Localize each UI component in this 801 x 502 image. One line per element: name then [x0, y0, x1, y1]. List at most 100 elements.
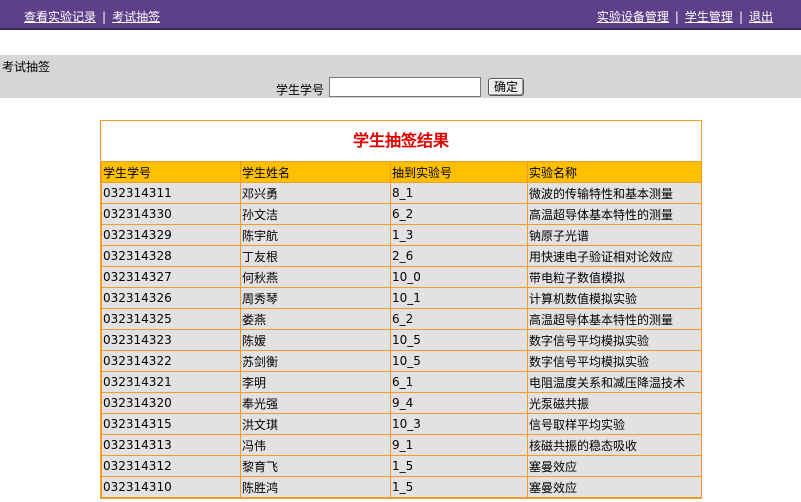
confirm-button[interactable]: 确定 — [488, 78, 524, 96]
cell-experiment-name: 微波的传输特性和基本测量 — [527, 182, 702, 204]
cell-student-name: 奉光强 — [240, 392, 391, 414]
nav-link-exam-draw[interactable]: 考试抽签 — [112, 10, 160, 24]
cell-student-name: 周秀琴 — [240, 287, 391, 309]
cell-student-id: 032314313 — [101, 434, 241, 456]
exam-draw-search-panel: 考试抽签 学生学号 确定 — [0, 55, 801, 98]
cell-experiment-name: 光泵磁共振 — [527, 392, 702, 414]
cell-experiment-name: 塞曼效应 — [527, 476, 702, 498]
table-row: 032314310 陈胜鸿 1_5 塞曼效应 — [101, 476, 702, 498]
nav-separator: | — [674, 10, 679, 24]
cell-student-name: 娄燕 — [240, 308, 391, 330]
cell-experiment-no: 10_5 — [390, 350, 528, 372]
cell-student-id: 032314321 — [101, 371, 241, 393]
nav-separator: | — [102, 10, 107, 24]
table-row: 032314311 邓兴勇 8_1 微波的传输特性和基本测量 — [101, 182, 702, 204]
table-row: 032314313 冯伟 9_1 核磁共振的稳态吸收 — [101, 434, 702, 456]
cell-experiment-name: 高温超导体基本特性的测量 — [527, 308, 702, 330]
results-title: 学生抽签结果 — [352, 131, 449, 150]
cell-student-id: 032314328 — [101, 245, 241, 267]
cell-experiment-name: 计算机数值模拟实验 — [527, 287, 702, 309]
cell-experiment-no: 10_1 — [390, 287, 528, 309]
cell-student-id: 032314325 — [101, 308, 241, 330]
student-id-label: 学生学号 — [276, 83, 325, 97]
cell-experiment-no: 10_3 — [390, 413, 528, 435]
table-row: 032314322 苏剑衡 10_5 数字信号平均模拟实验 — [101, 350, 702, 372]
cell-student-name: 冯伟 — [240, 434, 391, 456]
nav-separator: | — [738, 10, 743, 24]
cell-experiment-no: 9_1 — [390, 434, 528, 456]
cell-student-id: 032314326 — [101, 287, 241, 309]
cell-student-name: 李明 — [240, 371, 391, 393]
cell-student-name: 丁友根 — [240, 245, 391, 267]
nav-link-equipment-management[interactable]: 实验设备管理 — [597, 10, 669, 24]
cell-experiment-name: 用快速电子验证相对论效应 — [527, 245, 702, 267]
cell-student-name: 陈嫒 — [240, 329, 391, 351]
cell-experiment-name: 高温超导体基本特性的测量 — [527, 203, 702, 225]
cell-student-id: 032314329 — [101, 224, 241, 246]
section-title: 考试抽签 — [2, 60, 51, 74]
results-table: 学生学号 学生姓名 抽到实验号 实验名称 032314311 邓兴勇 8_1 微波的传… — [101, 161, 702, 498]
cell-experiment-no: 6_2 — [390, 203, 528, 225]
nav-left: 查看实验记录 | 考试抽签 — [24, 8, 160, 25]
cell-student-name: 何秋燕 — [240, 266, 391, 288]
cell-student-id: 032314310 — [101, 476, 241, 498]
cell-student-id: 032314320 — [101, 392, 241, 414]
cell-experiment-no: 8_1 — [390, 182, 528, 204]
cell-experiment-name: 数字信号平均模拟实验 — [527, 329, 702, 351]
cell-student-id: 032314327 — [101, 266, 241, 288]
table-row: 032314326 周秀琴 10_1 计算机数值模拟实验 — [101, 287, 702, 309]
cell-experiment-no: 1_5 — [390, 455, 528, 477]
table-row: 032314321 李明 6_1 电阻温度关系和减压降温技术 — [101, 371, 702, 393]
cell-student-id: 032314322 — [101, 350, 241, 372]
top-nav-bar: 查看实验记录 | 考试抽签 实验设备管理 | 学生管理 | 退出 — [0, 0, 801, 30]
table-row: 032314312 黎育飞 1_5 塞曼效应 — [101, 455, 702, 477]
results-table-body: 032314311 邓兴勇 8_1 微波的传输特性和基本测量 032314330 孙文洁 6… — [101, 182, 702, 498]
cell-student-name: 孙文洁 — [240, 203, 391, 225]
cell-student-name: 苏剑衡 — [240, 350, 391, 372]
cell-student-name: 黎育飞 — [240, 455, 391, 477]
cell-experiment-name: 塞曼效应 — [527, 455, 702, 477]
cell-experiment-no: 6_1 — [390, 371, 528, 393]
table-row: 032314330 孙文洁 6_2 高温超导体基本特性的测量 — [101, 203, 702, 225]
student-id-input[interactable] — [329, 77, 481, 97]
cell-experiment-no: 9_4 — [390, 392, 528, 414]
column-header-student-name: 学生姓名 — [240, 161, 391, 183]
cell-experiment-no: 10_5 — [390, 329, 528, 351]
nav-link-student-management[interactable]: 学生管理 — [685, 10, 733, 24]
nav-link-view-records[interactable]: 查看实验记录 — [24, 10, 96, 24]
draw-results-panel: 学生抽签结果 学生学号 学生姓名 抽到实验号 实验名称 032314311 邓兴勇… — [100, 120, 702, 499]
table-row: 032314315 洪文琪 10_3 信号取样平均实验 — [101, 413, 702, 435]
cell-student-id: 032314323 — [101, 329, 241, 351]
cell-experiment-no: 10_0 — [390, 266, 528, 288]
cell-experiment-no: 1_3 — [390, 224, 528, 246]
table-row: 032314325 娄燕 6_2 高温超导体基本特性的测量 — [101, 308, 702, 330]
column-header-experiment-no: 抽到实验号 — [390, 161, 528, 183]
cell-experiment-name: 电阻温度关系和减压降温技术 — [527, 371, 702, 393]
cell-student-name: 邓兴勇 — [240, 182, 391, 204]
table-row: 032314327 何秋燕 10_0 带电粒子数值模拟 — [101, 266, 702, 288]
cell-experiment-name: 信号取样平均实验 — [527, 413, 702, 435]
cell-student-id: 032314311 — [101, 182, 241, 204]
cell-student-id: 032314330 — [101, 203, 241, 225]
table-row: 032314320 奉光强 9_4 光泵磁共振 — [101, 392, 702, 414]
cell-student-name: 陈胜鸿 — [240, 476, 391, 498]
table-row: 032314329 陈宇航 1_3 钠原子光谱 — [101, 224, 702, 246]
nav-link-logout[interactable]: 退出 — [749, 10, 773, 24]
cell-experiment-name: 带电粒子数值模拟 — [527, 266, 702, 288]
table-row: 032314328 丁友根 2_6 用快速电子验证相对论效应 — [101, 245, 702, 267]
cell-experiment-name: 核磁共振的稳态吸收 — [527, 434, 702, 456]
cell-experiment-no: 2_6 — [390, 245, 528, 267]
table-header-row: 学生学号 学生姓名 抽到实验号 实验名称 — [101, 161, 702, 183]
cell-student-id: 032314312 — [101, 455, 241, 477]
column-header-experiment-name: 实验名称 — [527, 161, 702, 183]
cell-experiment-name: 数字信号平均模拟实验 — [527, 350, 702, 372]
cell-student-id: 032314315 — [101, 413, 241, 435]
column-header-student-id: 学生学号 — [101, 161, 241, 183]
cell-experiment-no: 6_2 — [390, 308, 528, 330]
nav-right: 实验设备管理 | 学生管理 | 退出 — [597, 8, 773, 25]
cell-experiment-no: 1_5 — [390, 476, 528, 498]
cell-student-name: 陈宇航 — [240, 224, 391, 246]
cell-experiment-name: 钠原子光谱 — [527, 224, 702, 246]
cell-student-name: 洪文琪 — [240, 413, 391, 435]
table-row: 032314323 陈嫒 10_5 数字信号平均模拟实验 — [101, 329, 702, 351]
